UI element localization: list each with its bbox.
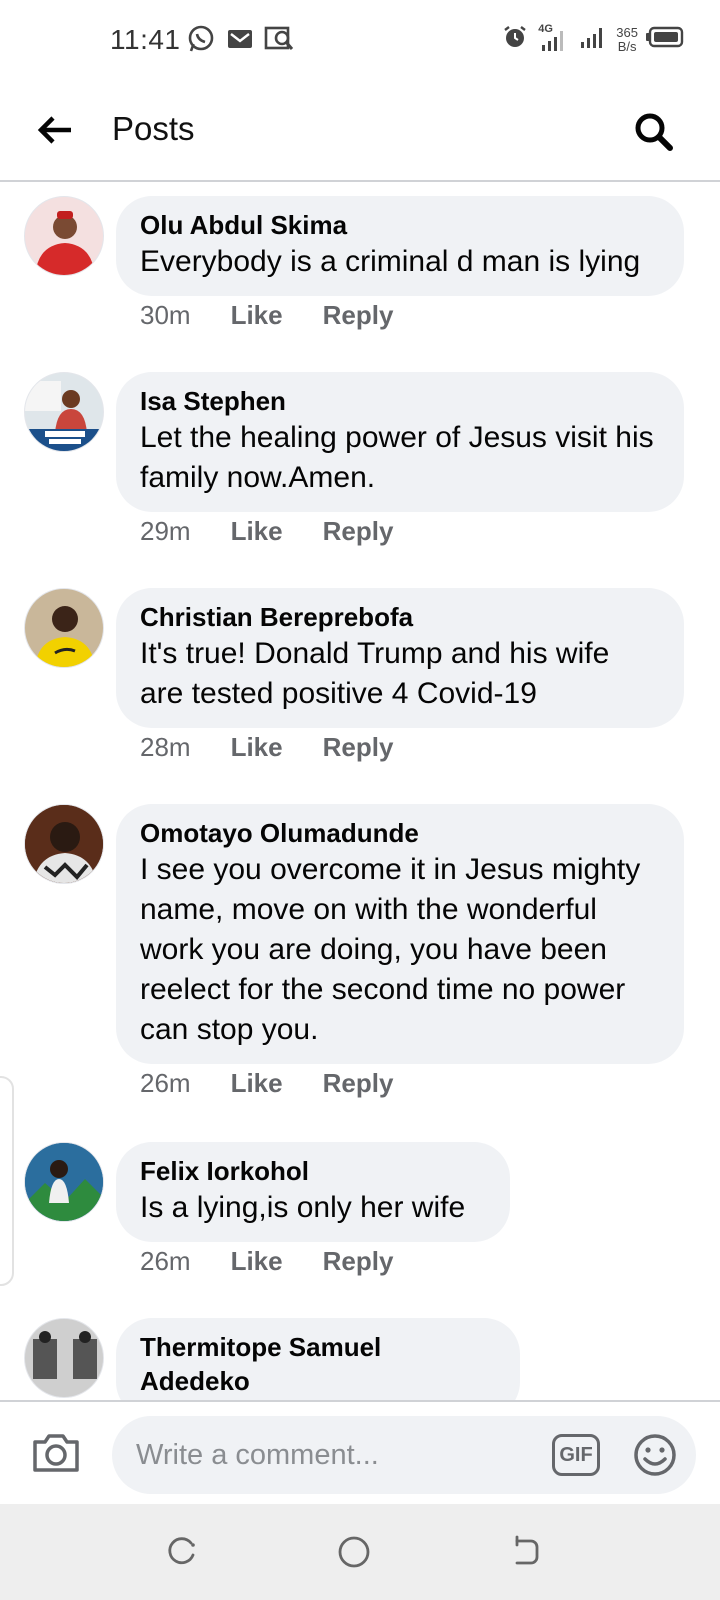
like-button[interactable]: Like (231, 516, 283, 547)
comment-bubble: Thermitope Samuel Adedeko (116, 1318, 520, 1402)
comment-time[interactable]: 26m (140, 1246, 191, 1277)
reply-button[interactable]: Reply (323, 732, 394, 763)
camera-button[interactable] (30, 1426, 82, 1478)
battery-icon (646, 26, 684, 53)
comment-author[interactable]: Isa Stephen (140, 384, 660, 418)
like-button[interactable]: Like (231, 1246, 283, 1277)
comment-author[interactable]: Felix Iorkohol (140, 1154, 486, 1188)
back-button[interactable] (34, 108, 78, 152)
comment-author[interactable]: Christian Bereprebofa (140, 600, 660, 634)
emoji-button[interactable] (632, 1432, 678, 1478)
comment-text: Let the healing power of Jesus visit his… (140, 421, 654, 494)
gif-button[interactable]: GIF (552, 1434, 600, 1476)
comment-text: It's true! Donald Trump and his wife are… (140, 637, 610, 710)
reply-button[interactable]: Reply (323, 300, 394, 331)
reply-button[interactable]: Reply (323, 1068, 394, 1099)
search-button[interactable] (630, 108, 676, 154)
signal-4g-icon: 4G (536, 23, 570, 55)
comment-time[interactable]: 28m (140, 732, 191, 763)
header: Posts (0, 80, 720, 182)
comment-author[interactable]: Omotayo Olumadunde (140, 816, 660, 850)
whatsapp-icon (186, 24, 216, 59)
comment-bubble: Omotayo Olumadunde I see you overcome it… (116, 804, 684, 1064)
comment-time[interactable]: 26m (140, 1068, 191, 1099)
status-time: 11:41 (110, 24, 181, 55)
reply-button[interactable]: Reply (323, 1246, 394, 1277)
home-button[interactable] (334, 1532, 374, 1572)
comment-bubble: Felix Iorkohol Is a lying,is only her wi… (116, 1142, 510, 1242)
comment-actions: 28m Like Reply (140, 732, 393, 763)
back-icon (515, 1535, 539, 1565)
avatar[interactable] (24, 588, 104, 668)
side-panel-handle[interactable] (0, 1076, 14, 1286)
gallery-search-icon (264, 25, 296, 58)
like-button[interactable]: Like (231, 300, 283, 331)
system-nav-bar (0, 1504, 720, 1600)
comment-actions: 30m Like Reply (140, 300, 393, 331)
camera-icon (33, 1434, 79, 1472)
gmail-icon (226, 27, 254, 56)
recent-apps-button[interactable] (162, 1532, 202, 1572)
like-button[interactable]: Like (231, 1068, 283, 1099)
alarm-icon (502, 24, 528, 55)
search-icon (635, 113, 673, 151)
home-icon (338, 1536, 370, 1568)
comment-time[interactable]: 30m (140, 300, 191, 331)
comment-author[interactable]: Olu Abdul Skima (140, 208, 660, 242)
recent-apps-icon (168, 1537, 195, 1565)
avatar[interactable] (24, 804, 104, 884)
comment-text: I see you overcome it in Jesus mighty na… (140, 853, 641, 1046)
page-title: Posts (112, 110, 195, 147)
avatar[interactable] (24, 1318, 104, 1398)
comment-actions: 26m Like Reply (140, 1246, 393, 1277)
net-speed: 365 B/s (616, 24, 638, 54)
avatar[interactable] (24, 372, 104, 452)
arrow-left-icon (37, 116, 71, 144)
comment-text: Is a lying,is only her wife (140, 1191, 466, 1224)
comment-composer: GIF (0, 1400, 720, 1504)
avatar[interactable] (24, 196, 104, 276)
comment-actions: 29m Like Reply (140, 516, 393, 547)
reply-button[interactable]: Reply (323, 516, 394, 547)
status-bar: 11:41 4G 365 B/s (0, 0, 720, 80)
comment-bubble: Isa Stephen Let the healing power of Jes… (116, 372, 684, 512)
signal-icon (578, 22, 608, 57)
emoji-icon (634, 1434, 676, 1476)
comment-bubble: Christian Bereprebofa It's true! Donald … (116, 588, 684, 728)
comments-list: Olu Abdul Skima Everybody is a criminal … (0, 182, 720, 1402)
like-button[interactable]: Like (231, 732, 283, 763)
comment-input[interactable] (112, 1416, 696, 1494)
comment-bubble: Olu Abdul Skima Everybody is a criminal … (116, 196, 684, 296)
comment-author[interactable]: Thermitope Samuel Adedeko (140, 1330, 496, 1398)
comment-actions: 26m Like Reply (140, 1068, 393, 1099)
comment-time[interactable]: 29m (140, 516, 191, 547)
avatar[interactable] (24, 1142, 104, 1222)
nav-back-button[interactable] (506, 1532, 546, 1572)
comment-text: Everybody is a criminal d man is lying (140, 245, 641, 278)
